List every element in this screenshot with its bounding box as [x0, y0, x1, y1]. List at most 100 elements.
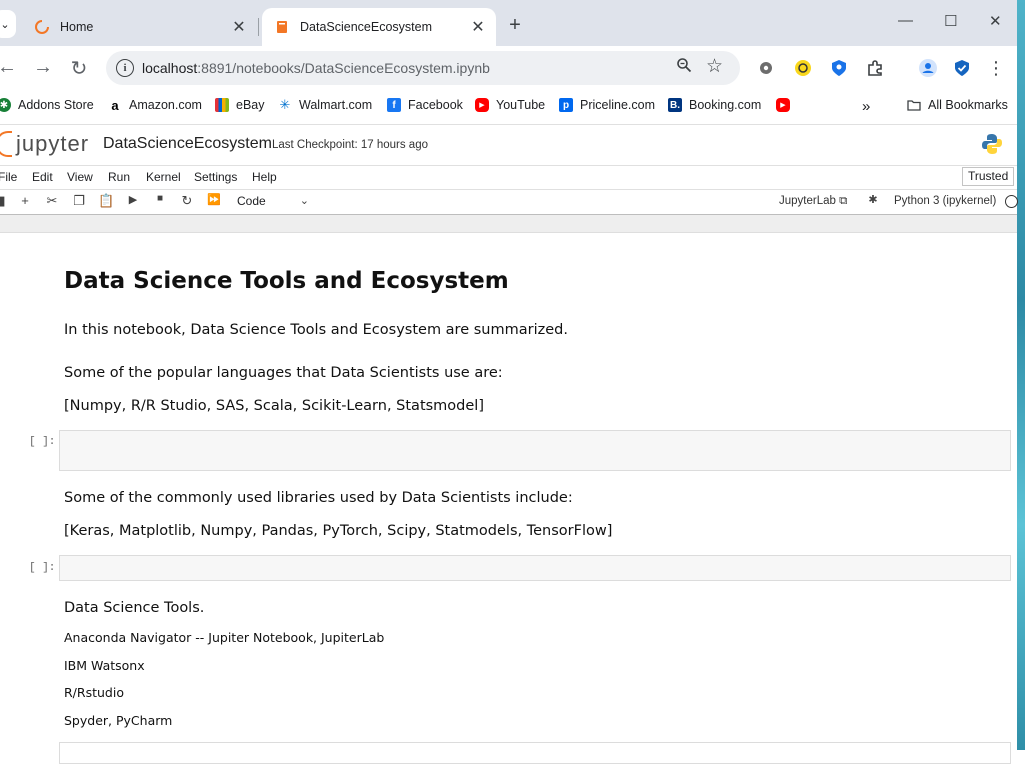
tab-title: DataScienceEcosystem [300, 20, 433, 34]
run-all-icon[interactable]: ⏩ [206, 193, 222, 206]
bookmark-walmart[interactable]: ✳ Walmart.com [278, 97, 373, 112]
jupyter-logo[interactable]: jupyter [0, 131, 89, 157]
menu-help[interactable]: Help [252, 170, 277, 184]
bookmark-booking[interactable]: B. Booking.com [668, 98, 761, 112]
interrupt-icon[interactable]: ■ [152, 193, 168, 204]
zoom-icon[interactable] [676, 57, 692, 78]
external-link-icon: ⧉ [839, 195, 848, 207]
chevron-down-icon: ⌄ [299, 195, 309, 207]
libraries-heading: Some of the commonly used libraries used… [64, 490, 573, 506]
bookmark-ebay[interactable]: eBay [215, 98, 265, 112]
browser-menu-icon[interactable]: ⋮ [986, 58, 1006, 78]
extension-gear-icon[interactable] [756, 58, 776, 78]
cell-prompt: [ ]: [29, 562, 56, 574]
insert-cell-icon[interactable]: + [17, 193, 33, 208]
menu-settings[interactable]: Settings [194, 170, 237, 184]
notebook-title[interactable]: DataScienceEcosystem [103, 135, 272, 153]
url-text: localhost:8891/notebooks/DataScienceEcos… [142, 60, 490, 76]
maximize-icon[interactable]: ☐ [944, 12, 957, 30]
bookmark-youtube[interactable]: ▶ YouTube [475, 98, 545, 112]
tab-title: Home [60, 20, 94, 34]
profile-avatar-icon[interactable] [918, 58, 938, 78]
youtube-icon: ▶ [475, 98, 489, 112]
desktop-background [1017, 0, 1025, 750]
jupyterlab-link[interactable]: JupyterLab ⧉ [779, 195, 847, 208]
bookmark-facebook[interactable]: f Facebook [387, 98, 463, 112]
forward-icon[interactable]: → [32, 56, 54, 79]
booking-icon: B. [668, 98, 682, 112]
book-icon [274, 19, 290, 35]
tool-item: Anaconda Navigator -- Jupiter Notebook, … [64, 630, 385, 645]
cell-prompt: [ ]: [29, 436, 56, 448]
chevron-down-icon: ⌄ [0, 18, 10, 31]
cell-type-select[interactable]: Code ⌄ [237, 194, 309, 208]
window-close-icon[interactable]: ✕ [989, 12, 1002, 30]
tab-home[interactable]: Home ✕ [22, 8, 257, 46]
bookmark-amazon[interactable]: a Amazon.com [108, 98, 202, 113]
notebook-panel: Data Science Tools and Ecosystem In this… [0, 233, 1017, 764]
menu-view[interactable]: View [67, 170, 93, 184]
tool-item: R/Rstudio [64, 685, 124, 700]
menu-kernel[interactable]: Kernel [146, 170, 181, 184]
menu-edit[interactable]: Edit [32, 170, 53, 184]
save-icon[interactable]: ▮ [0, 193, 10, 209]
notebook-toolbar: ▮ + ✂ ❐ 📋 ▶ ■ ↻ ⏩ Code ⌄ JupyterLab ⧉ ✱ … [0, 190, 1018, 215]
intro-text: In this notebook, Data Science Tools and… [64, 322, 568, 338]
reload-icon[interactable]: ↻ [68, 56, 90, 81]
selected-cell-edge[interactable] [59, 742, 1011, 764]
extension-yellow-icon[interactable] [793, 58, 813, 78]
jupyter-logo-icon [0, 131, 12, 157]
back-icon[interactable]: ← [0, 56, 18, 79]
bookmark-youtube-2[interactable]: ▶ [776, 98, 797, 112]
jupyter-header: jupyter DataScienceEcosystem Last Checkp… [0, 125, 1017, 166]
extension-shield-icon[interactable] [829, 58, 849, 78]
checkpoint-status: Last Checkpoint: 17 hours ago [272, 139, 428, 151]
minimize-icon[interactable]: — [898, 12, 913, 29]
security-shield-icon[interactable] [952, 58, 972, 78]
copy-icon[interactable]: ❐ [71, 193, 87, 209]
bookmark-star-icon[interactable]: ☆ [706, 55, 723, 78]
run-icon[interactable]: ▶ [125, 193, 141, 206]
tab-separator [258, 18, 259, 36]
menu-bar: File Edit View Run Kernel Settings Help … [0, 166, 1017, 190]
tab-search-button[interactable]: ⌄ [0, 10, 16, 38]
bookmark-addons-store[interactable]: ✱ Addons Store [0, 98, 94, 112]
new-tab-button[interactable]: + [505, 14, 525, 37]
bookmarks-overflow-icon[interactable]: » [862, 98, 870, 115]
kernel-name[interactable]: Python 3 (ipykernel) [894, 195, 996, 207]
code-cell[interactable] [59, 555, 1011, 581]
close-icon[interactable]: ✕ [468, 17, 488, 37]
priceline-icon: p [559, 98, 573, 112]
bookmark-priceline[interactable]: p Priceline.com [559, 98, 655, 112]
tool-item: IBM Watsonx [64, 658, 145, 673]
menu-run[interactable]: Run [108, 170, 130, 184]
cut-icon[interactable]: ✂ [44, 193, 60, 209]
youtube-icon: ▶ [776, 98, 790, 112]
toolbar-divider [0, 215, 1017, 233]
trusted-indicator[interactable]: Trusted [962, 167, 1015, 186]
walmart-icon: ✳ [279, 97, 291, 112]
libraries-list: [Keras, Matplotlib, Numpy, Pandas, PyTor… [64, 523, 613, 539]
code-cell[interactable] [59, 430, 1011, 471]
facebook-icon: f [387, 98, 401, 112]
kernel-status-icon [1005, 195, 1018, 208]
tools-heading: Data Science Tools. [64, 600, 205, 616]
ebay-icon [215, 98, 229, 112]
tab-notebook[interactable]: DataScienceEcosystem ✕ [262, 8, 496, 46]
folder-icon [907, 98, 921, 112]
site-info-icon[interactable]: i [116, 59, 134, 77]
address-bar[interactable]: i localhost:8891/notebooks/DataScienceEc… [106, 51, 740, 85]
tab-strip: ⌄ Home ✕ DataScienceEcosystem ✕ + — ☐ ✕ [0, 0, 1017, 46]
browser-toolbar: ← → ↻ i localhost:8891/notebooks/DataSci… [0, 46, 1017, 90]
close-icon[interactable]: ✕ [229, 17, 249, 37]
addons-store-icon: ✱ [0, 98, 11, 112]
menu-file[interactable]: File [0, 170, 17, 184]
languages-list: [Numpy, R/R Studio, SAS, Scala, Scikit-L… [64, 398, 484, 414]
extensions-puzzle-icon[interactable] [865, 58, 885, 78]
all-bookmarks[interactable]: All Bookmarks [907, 98, 1008, 112]
loading-spinner-icon [34, 19, 50, 35]
paste-icon[interactable]: 📋 [98, 193, 114, 209]
restart-icon[interactable]: ↻ [179, 193, 195, 209]
notebook-heading: Data Science Tools and Ecosystem [64, 268, 509, 294]
debugger-bug-icon[interactable]: ✱ [865, 193, 881, 206]
